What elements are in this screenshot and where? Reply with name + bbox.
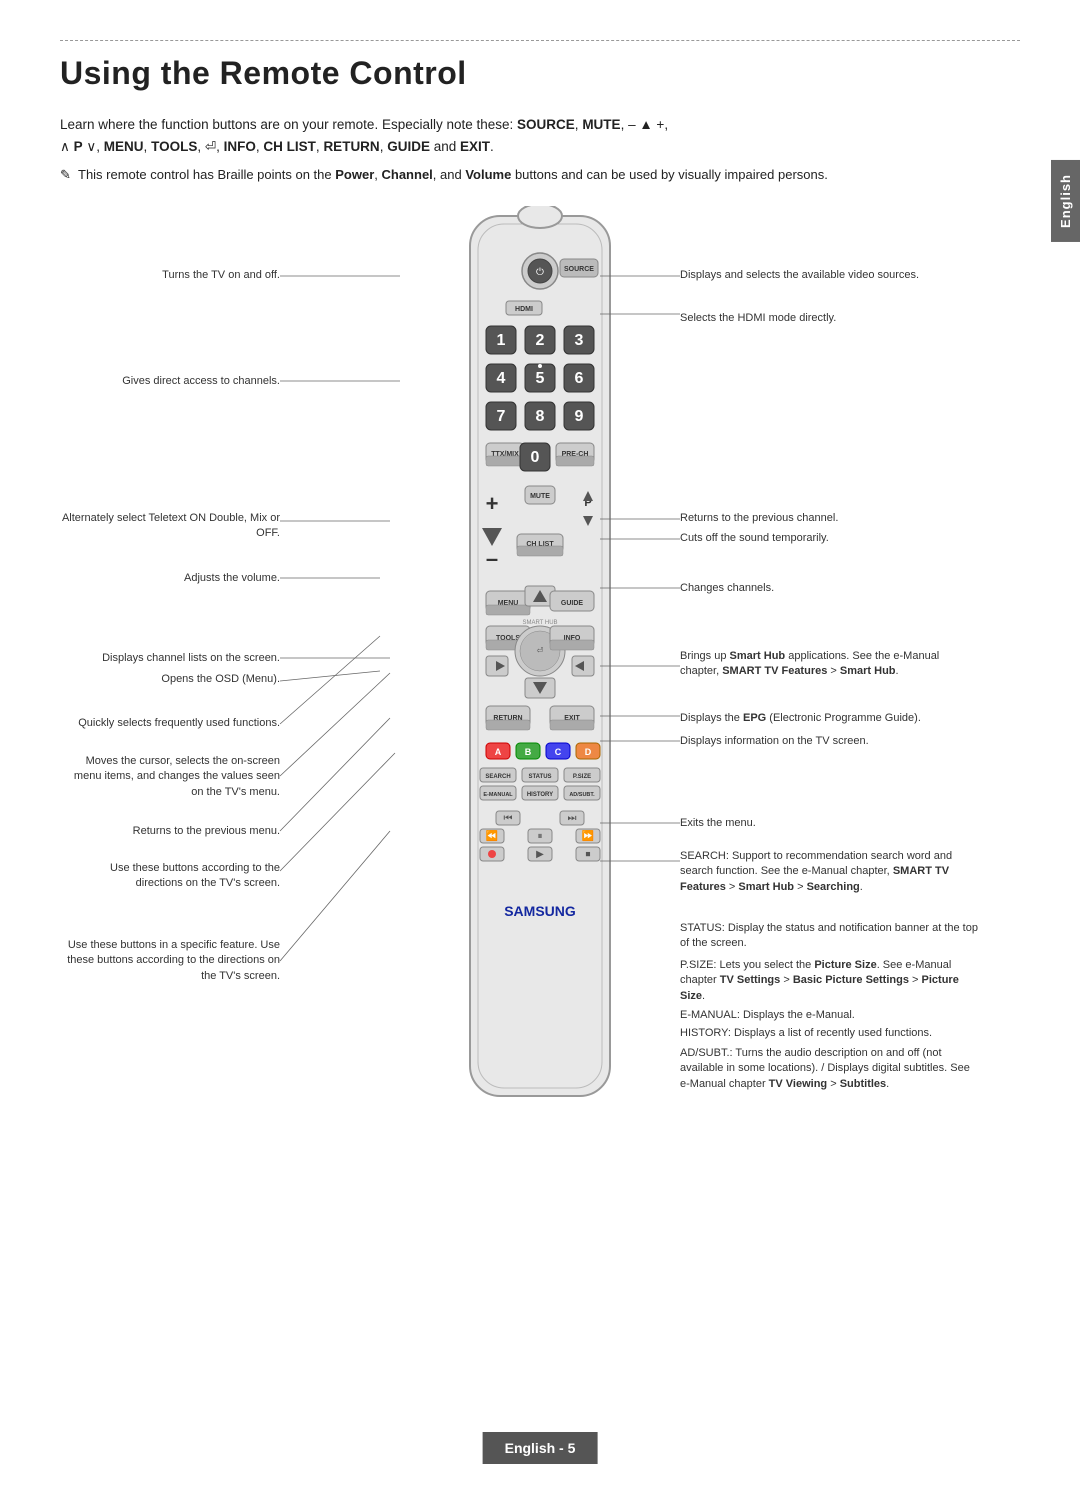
annotation-status: STATUS: Display the status and notificat… [680, 921, 980, 952]
svg-text:⏩: ⏩ [582, 829, 594, 842]
annotation-channels: Gives direct access to channels. [60, 374, 280, 389]
annotation-info: Displays information on the TV screen. [680, 734, 980, 749]
svg-text:7: 7 [497, 408, 506, 425]
svg-text:SOURCE: SOURCE [564, 266, 594, 273]
annotation-guide: Displays the EPG (Electronic Programme G… [680, 711, 980, 726]
sidebar-english-label: English [1051, 160, 1080, 242]
page-title: Using the Remote Control [60, 55, 1020, 92]
annotation-osd: Opens the OSD (Menu). [60, 672, 280, 687]
annotation-teletext: Alternately select Teletext ON Double, M… [60, 511, 280, 542]
annotation-pre-ch: Returns to the previous channel. [680, 511, 980, 526]
annotation-exit: Exits the menu. [680, 816, 980, 831]
annotation-source: Displays and selects the available video… [680, 268, 980, 283]
svg-text:+: + [486, 491, 499, 516]
page-footer: English - 5 [483, 1432, 598, 1464]
svg-text:SMART HUB: SMART HUB [522, 620, 557, 626]
annotation-adsubt: AD/SUBT.: Turns the audio description on… [680, 1046, 980, 1092]
annotation-psize: P.SIZE: Lets you select the Picture Size… [680, 958, 980, 1004]
svg-text:C: C [555, 747, 562, 757]
svg-text:▶: ▶ [536, 849, 544, 860]
svg-text:⏭: ⏭ [568, 813, 577, 824]
annotation-search: SEARCH: Support to recommendation search… [680, 849, 980, 895]
annotation-turns-tv: Turns the TV on and off. [60, 268, 280, 283]
svg-text:⏪: ⏪ [486, 829, 498, 842]
page-container: Using the Remote Control Learn where the… [0, 0, 1080, 1494]
svg-text:8: 8 [536, 408, 545, 425]
svg-text:9: 9 [575, 408, 584, 425]
svg-text:GUIDE: GUIDE [561, 600, 584, 607]
remote-control: ⏻ SOURCE HDMI 1 2 3 4 5 [440, 206, 640, 1129]
annotation-cursor: Moves the cursor, selects the on-screen … [60, 754, 280, 800]
diagram-area: Turns the TV on and off. Gives direct ac… [60, 206, 1020, 1156]
svg-text:⏹: ⏹ [586, 849, 591, 860]
svg-text:B: B [525, 747, 532, 757]
annotation-smart-hub: Brings up Smart Hub applications. See th… [680, 649, 980, 680]
svg-text:–: – [486, 546, 498, 571]
svg-text:1: 1 [497, 332, 506, 349]
svg-text:5: 5 [536, 370, 545, 387]
svg-text:P.SIZE: P.SIZE [573, 774, 591, 780]
svg-text:HISTORY: HISTORY [527, 792, 553, 798]
svg-text:0: 0 [531, 449, 540, 466]
svg-text:⏸: ⏸ [538, 831, 543, 842]
svg-text:D: D [585, 747, 592, 757]
annotation-media-btns: Use these buttons in a specific feature.… [60, 938, 280, 984]
annotation-tools: Quickly selects frequently used function… [60, 716, 280, 731]
svg-text:MUTE: MUTE [530, 493, 550, 500]
annotation-ch-list: Displays channel lists on the screen. [60, 651, 280, 666]
svg-text:A: A [495, 747, 502, 757]
svg-text:4: 4 [497, 370, 506, 387]
svg-text:AD/SUBT.: AD/SUBT. [569, 792, 595, 798]
annotation-mute: Cuts off the sound temporarily. [680, 531, 980, 546]
svg-text:6: 6 [575, 370, 584, 387]
svg-text:2: 2 [536, 332, 545, 349]
svg-text:STATUS: STATUS [528, 774, 551, 780]
intro-paragraph: Learn where the function buttons are on … [60, 114, 880, 157]
svg-text:E-MANUAL: E-MANUAL [483, 792, 513, 798]
top-dashed-border [60, 40, 1020, 41]
annotation-history: HISTORY: Displays a list of recently use… [680, 1026, 980, 1041]
svg-text:3: 3 [575, 332, 584, 349]
svg-text:⏮: ⏮ [504, 813, 513, 824]
svg-text:SAMSUNG: SAMSUNG [504, 903, 576, 919]
svg-text:⏻: ⏻ [536, 267, 544, 278]
annotation-hdmi: Selects the HDMI mode directly. [680, 311, 980, 326]
annotation-ch-change: Changes channels. [680, 581, 980, 596]
annotation-emanual: E-MANUAL: Displays the e-Manual. [680, 1008, 980, 1023]
note-paragraph: This remote control has Braille points o… [60, 165, 880, 186]
annotation-volume: Adjusts the volume. [60, 571, 280, 586]
svg-text:SEARCH: SEARCH [485, 774, 510, 780]
annotation-color-btns: Use these buttons according to the direc… [60, 861, 280, 892]
svg-text:⏎: ⏎ [537, 646, 544, 655]
annotation-return: Returns to the previous menu. [60, 824, 280, 839]
svg-text:HDMI: HDMI [515, 306, 533, 313]
